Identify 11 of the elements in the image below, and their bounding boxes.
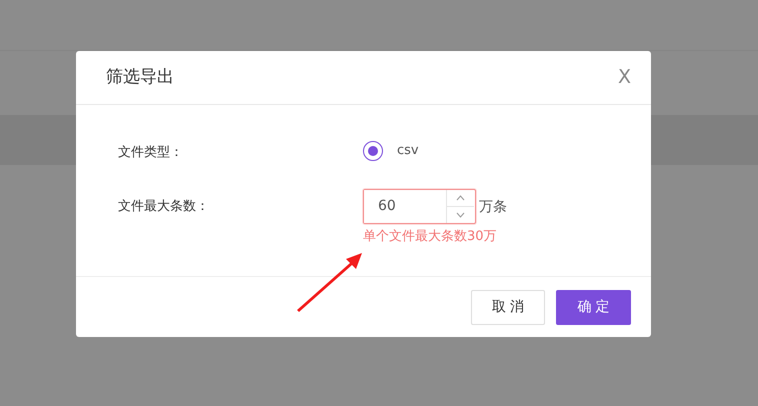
unit-label: 万条 [479,198,507,216]
cancel-button[interactable]: 取 消 [471,290,545,324]
close-button[interactable]: X [618,68,631,87]
field-label: 文件类型： [118,144,184,162]
confirm-button[interactable]: 确 定 [556,290,631,324]
error-message: 单个文件最大条数30万 [363,228,498,246]
field-label: 文件最大条数： [118,198,210,216]
dialog-title: 筛选导出 [106,66,174,89]
number-field[interactable]: 60 [363,188,476,224]
radio-icon[interactable] [363,141,383,161]
radio-option[interactable]: csv [363,141,419,161]
